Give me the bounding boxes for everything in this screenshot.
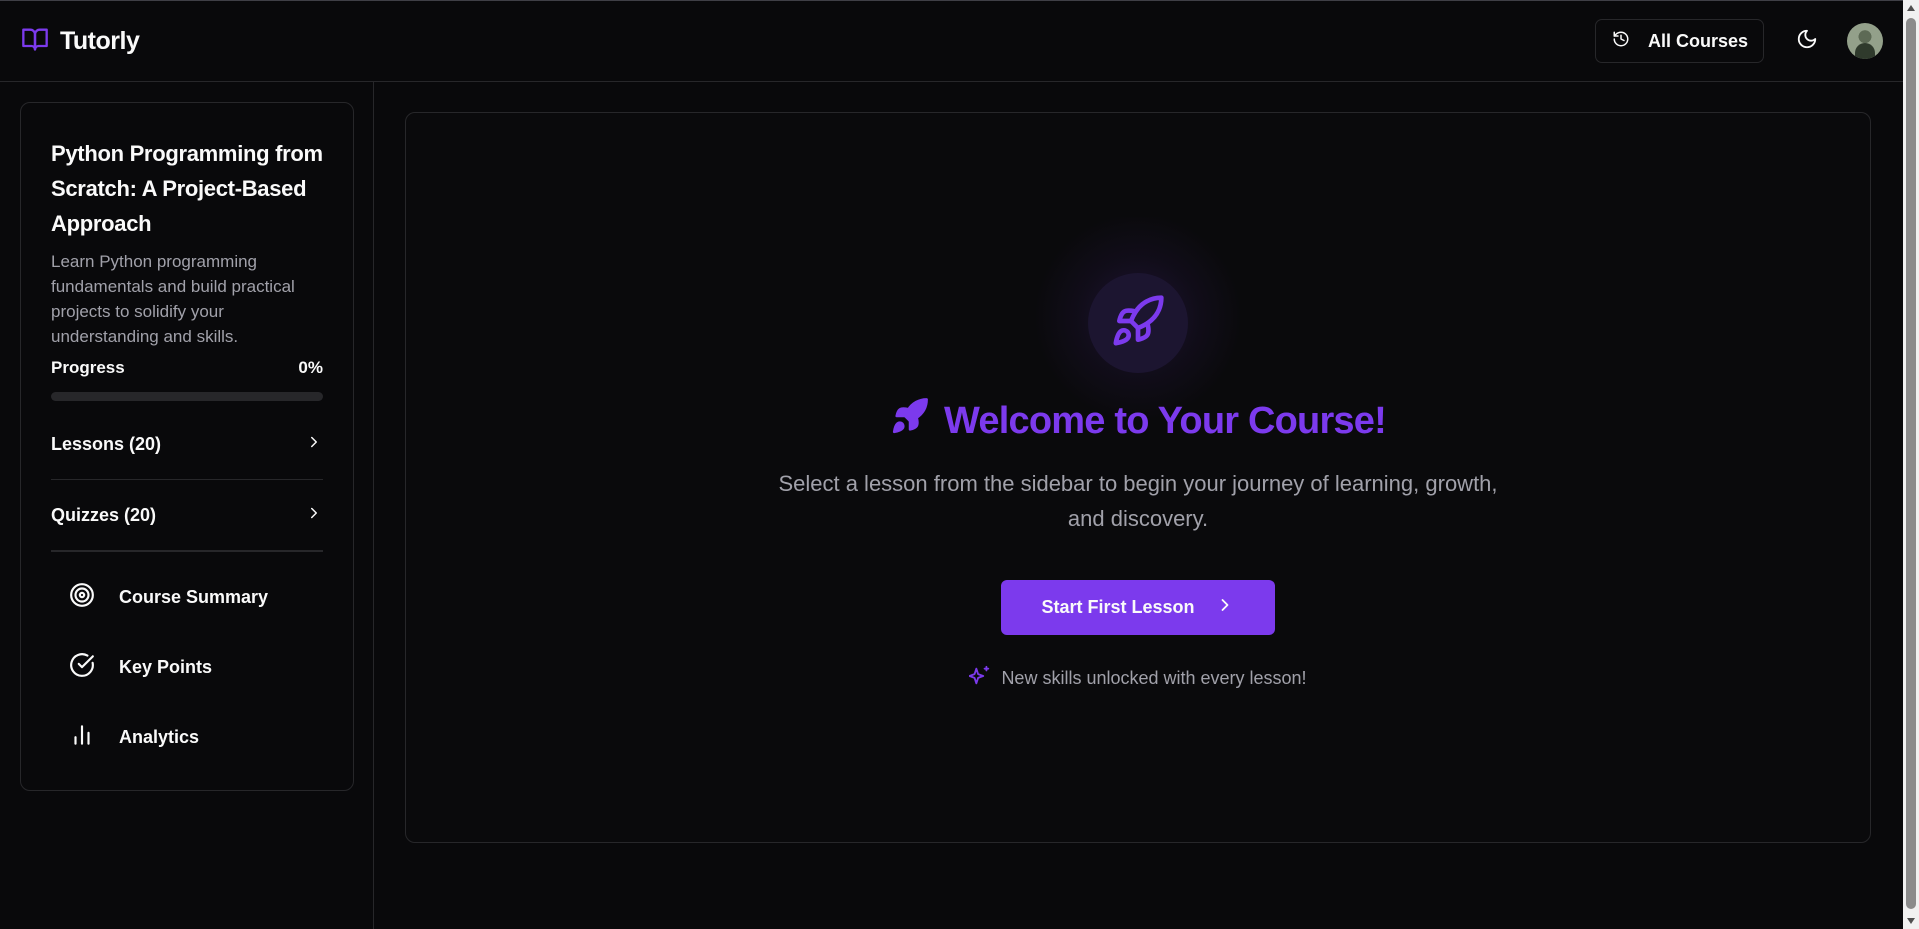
welcome-panel: Welcome to Your Course! Select a lesson …	[405, 112, 1871, 843]
quizzes-section-label: Quizzes (20)	[51, 504, 157, 525]
sidebar: Python Programming from Scratch: A Proje…	[0, 82, 374, 929]
progress-label: Progress	[51, 358, 125, 377]
brand-name: Tutorly	[60, 26, 140, 55]
check-circle-icon	[69, 652, 95, 683]
tagline: New skills unlocked with every lesson!	[968, 665, 1307, 692]
chevron-right-icon	[1215, 595, 1235, 620]
all-courses-label: All Courses	[1647, 30, 1748, 51]
nav-item-label: Analytics	[119, 726, 200, 747]
welcome-hero: Welcome to Your Course! Select a lesson …	[406, 113, 1870, 692]
welcome-subtitle: Select a lesson from the sidebar to begi…	[778, 471, 1498, 531]
target-icon	[69, 582, 95, 613]
progress-value: 0%	[298, 358, 323, 377]
nav-item-label: Key Points	[119, 656, 213, 677]
welcome-title-text: Welcome to Your Course!	[944, 399, 1387, 442]
tagline-text: New skills unlocked with every lesson!	[1001, 668, 1307, 688]
quizzes-section[interactable]: Quizzes (20)	[51, 480, 323, 552]
start-first-lesson-button[interactable]: Start First Lesson	[1001, 580, 1275, 635]
scroll-thumb[interactable]	[1906, 18, 1916, 909]
course-card: Python Programming from Scratch: A Proje…	[20, 102, 354, 791]
moon-icon	[1796, 28, 1818, 55]
rocket-icon	[1110, 293, 1166, 354]
lessons-section[interactable]: Lessons (20)	[51, 410, 323, 480]
nav-item-analytics[interactable]: Analytics	[51, 702, 323, 772]
welcome-title: Welcome to Your Course!	[890, 396, 1387, 446]
history-icon	[1612, 30, 1630, 53]
brand-logo[interactable]: Tutorly	[20, 25, 140, 58]
avatar[interactable]	[1847, 23, 1883, 59]
theme-toggle-button[interactable]	[1792, 26, 1822, 56]
header-actions: All Courses	[1594, 19, 1883, 63]
hero-icon-badge	[1088, 273, 1188, 373]
course-description: Learn Python programming fundamentals an…	[51, 252, 295, 346]
course-nav: Course Summary Key Points Analytics	[51, 562, 323, 772]
lessons-section-label: Lessons (20)	[51, 434, 162, 454]
rocket-icon	[890, 396, 930, 446]
book-open-icon	[20, 25, 50, 58]
bar-chart-icon	[69, 722, 95, 753]
course-title: Python Programming from Scratch: A Proje…	[51, 141, 323, 236]
page-scrollbar[interactable]	[1903, 0, 1919, 929]
nav-item-course-summary[interactable]: Course Summary	[51, 562, 323, 632]
all-courses-button[interactable]: All Courses	[1594, 19, 1764, 63]
progress-bar	[51, 392, 323, 401]
progress-header: Progress 0%	[51, 358, 323, 378]
chevron-right-icon	[305, 504, 323, 527]
scroll-down-icon[interactable]	[1907, 918, 1915, 924]
scroll-up-icon[interactable]	[1907, 5, 1915, 11]
top-header: Tutorly All Courses	[0, 0, 1903, 82]
chevron-right-icon	[305, 433, 323, 456]
nav-item-label: Course Summary	[119, 586, 269, 607]
nav-item-key-points[interactable]: Key Points	[51, 632, 323, 702]
sparkles-icon	[968, 665, 991, 692]
start-button-label: Start First Lesson	[1041, 597, 1195, 617]
